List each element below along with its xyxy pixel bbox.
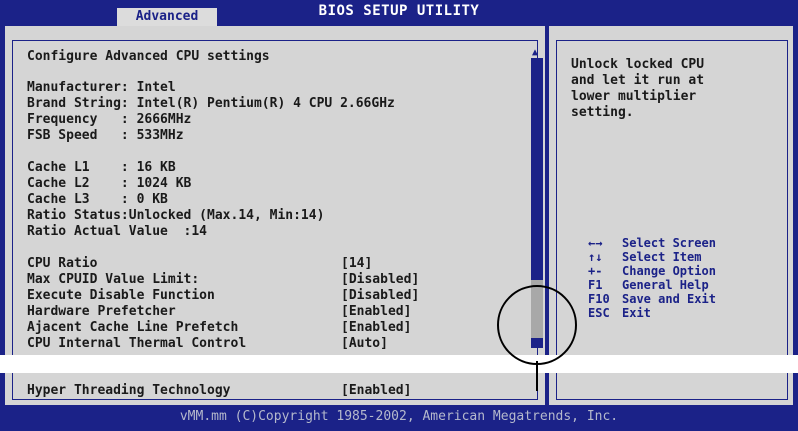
image-break-band [0, 355, 798, 373]
callout-circle [497, 285, 577, 365]
key-change-option-desc: Change Option [622, 264, 716, 278]
help-line-4: setting. [571, 105, 634, 120]
key-save-exit: F10 [588, 292, 610, 306]
info-brand-string: Brand String: Intel(R) Pentium(R) 4 CPU … [27, 96, 395, 111]
key-select-screen-desc: Select Screen [622, 236, 716, 250]
section-title: Configure Advanced CPU settings [27, 49, 270, 64]
key-select-item-desc: Select Item [622, 250, 702, 264]
right-border [793, 26, 798, 405]
info-cache-l2: Cache L2 : 1024 KB [27, 176, 192, 191]
info-cache-l1: Cache L1 : 16 KB [27, 160, 176, 175]
info-frequency: Frequency : 2666MHz [27, 112, 192, 127]
setting-cpu-ratio-label[interactable]: CPU Ratio [27, 256, 97, 272]
key-general-help-desc: General Help [622, 278, 709, 292]
key-change-option: +- [588, 264, 603, 278]
setting-adjacent-cache-value[interactable]: [Enabled] [341, 320, 411, 336]
info-ratio-actual: Ratio Actual Value :14 [27, 224, 208, 239]
setting-hyper-threading-label[interactable]: Hyper Threading Technology [27, 383, 231, 399]
key-select-screen: ←→ [588, 236, 603, 250]
info-ratio-status: Ratio Status:Unlocked (Max.14, Min:14) [27, 208, 325, 223]
key-exit-desc: Exit [622, 306, 651, 320]
setting-hw-prefetcher-label[interactable]: Hardware Prefetcher [27, 304, 176, 320]
info-fsb-speed: FSB Speed : 533MHz [27, 128, 184, 143]
info-manufacturer: Manufacturer: Intel [27, 80, 176, 95]
info-cache-l3: Cache L3 : 0 KB [27, 192, 168, 207]
setting-cpu-ratio-value[interactable]: [14] [341, 256, 372, 272]
key-general-help: F1 [588, 278, 603, 292]
help-line-2: and let it run at [571, 73, 705, 88]
setting-hyper-threading-value[interactable]: [Enabled] [341, 383, 411, 399]
setting-thermal-control-label[interactable]: CPU Internal Thermal Control [27, 336, 246, 352]
setting-execute-disable-label[interactable]: Execute Disable Function [27, 288, 215, 304]
footer-copyright: vMM.mm (C)Copyright 1985-2002, American … [179, 409, 619, 424]
callout-line [536, 361, 538, 391]
setting-adjacent-cache-label[interactable]: Ajacent Cache Line Prefetch [27, 320, 238, 336]
key-exit: ESC [588, 306, 610, 320]
setting-max-cpuid-value[interactable]: [Disabled] [341, 272, 419, 288]
key-select-item: ↑↓ [588, 250, 603, 264]
setting-execute-disable-value[interactable]: [Disabled] [341, 288, 419, 304]
setting-hw-prefetcher-value[interactable]: [Enabled] [341, 304, 411, 320]
scroll-up-arrow-icon[interactable]: ▲ [532, 48, 538, 58]
key-save-exit-desc: Save and Exit [622, 292, 716, 306]
tab-advanced[interactable]: Advanced [117, 8, 217, 26]
help-line-1: Unlock locked CPU [571, 57, 705, 72]
setting-max-cpuid-label[interactable]: Max CPUID Value Limit: [27, 272, 199, 288]
setting-thermal-control-value[interactable]: [Auto] [341, 336, 388, 352]
help-line-3: lower multiplier [571, 89, 697, 104]
